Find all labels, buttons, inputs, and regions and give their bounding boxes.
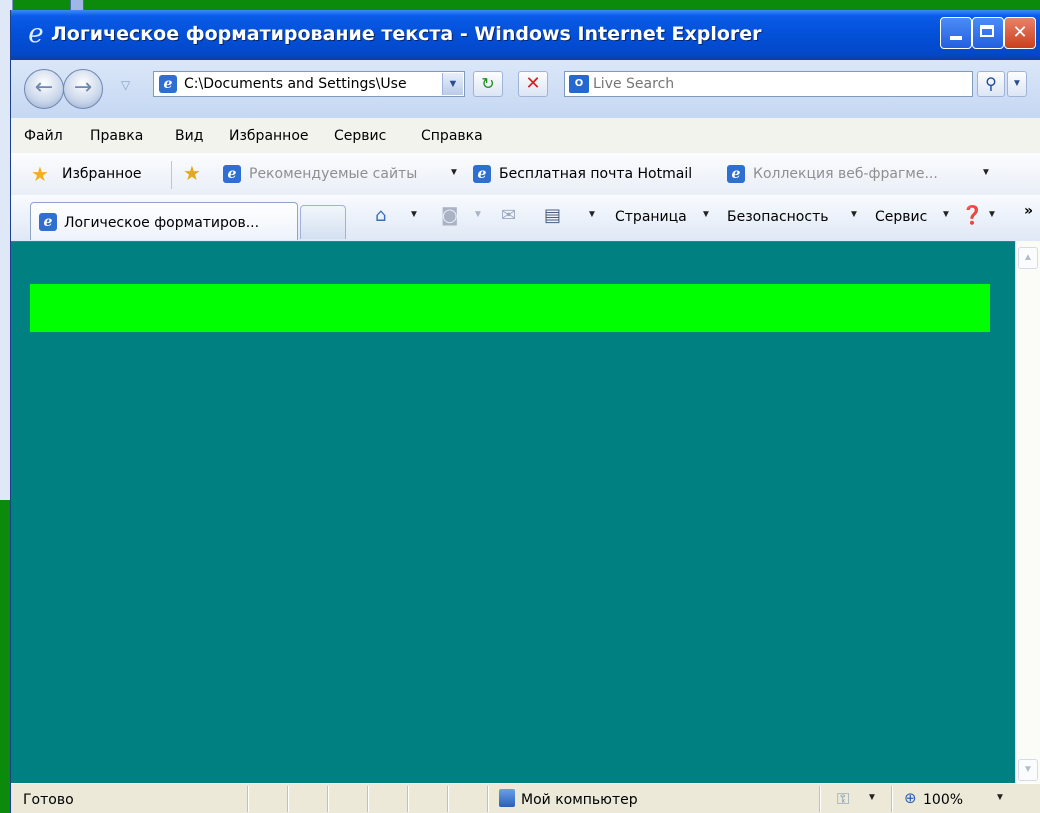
chevron-down-icon[interactable]: ▼: [987, 209, 997, 220]
address-url[interactable]: C:\Documents and Settings\Use: [184, 76, 436, 92]
chevron-down-icon[interactable]: ▼: [587, 209, 597, 220]
chevron-down-icon: ▼: [1023, 764, 1033, 775]
chevron-down-icon[interactable]: ▼: [867, 792, 877, 803]
status-bar: Готово Мой компьютер ⚿ ▼ ⊕ 100% ▼: [11, 783, 1040, 813]
refresh-button[interactable]: ↻: [473, 71, 503, 97]
menu-view[interactable]: Вид: [175, 128, 203, 144]
print-icon[interactable]: ▤: [544, 205, 561, 226]
recent-pages-dropdown[interactable]: ▽: [121, 78, 130, 92]
zoom-icon[interactable]: ⊕: [904, 789, 917, 807]
refresh-icon: ↻: [481, 74, 495, 93]
search-field[interactable]: O: [564, 71, 973, 97]
menu-help[interactable]: Справка: [421, 128, 483, 144]
back-button[interactable]: ←: [24, 69, 64, 109]
page-menu[interactable]: Страница: [615, 209, 687, 225]
status-divider: [407, 786, 408, 812]
minimize-button[interactable]: [940, 17, 972, 49]
ie-page-icon: e: [159, 75, 177, 93]
search-options-button[interactable]: ▼: [1007, 71, 1027, 97]
live-search-logo-icon: O: [569, 75, 589, 93]
search-input[interactable]: [593, 74, 963, 94]
ie-page-icon: e: [727, 165, 745, 183]
close-icon: ✕: [1012, 22, 1028, 43]
security-zone[interactable]: Мой компьютер: [521, 792, 638, 808]
status-divider: [247, 786, 248, 812]
scroll-up-button[interactable]: ▲: [1018, 247, 1038, 269]
chevron-down-icon[interactable]: ▼: [981, 167, 991, 178]
favorites-bar: ★ Избранное ★ e Рекомендуемые сайты ▼ e …: [11, 153, 1040, 196]
add-to-favorites-icon[interactable]: ★: [183, 161, 201, 185]
ie-page-icon: e: [39, 213, 57, 231]
tab-active[interactable]: e Логическое форматиров...: [30, 202, 298, 240]
close-button[interactable]: ✕: [1004, 17, 1036, 49]
zoom-level[interactable]: 100%: [923, 792, 963, 808]
my-computer-icon: [499, 789, 515, 807]
ie-page-icon: e: [473, 165, 491, 183]
chevron-down-icon[interactable]: ▼: [941, 209, 951, 220]
tab-title: Логическое форматиров...: [64, 215, 260, 231]
chevron-down-icon: ▼: [1012, 78, 1022, 89]
forward-arrow-icon: →: [73, 75, 93, 100]
tools-menu[interactable]: Сервис: [875, 209, 927, 225]
read-mail-icon[interactable]: ✉: [501, 205, 516, 226]
status-divider: [367, 786, 368, 812]
ie-page-icon: e: [223, 165, 241, 183]
minimize-icon: [950, 36, 962, 40]
toolbar-separator: [171, 161, 172, 189]
favorites-button[interactable]: Избранное: [62, 166, 142, 182]
status-divider: [287, 786, 288, 812]
vertical-scrollbar[interactable]: ▲ ▼: [1015, 241, 1040, 783]
feeds-icon[interactable]: ◙: [441, 205, 458, 226]
browser-window: e Логическое форматирование текста - Win…: [10, 10, 1040, 813]
chevron-up-icon: ▲: [1023, 252, 1033, 263]
help-icon[interactable]: ❓: [961, 205, 983, 226]
new-tab-button[interactable]: [300, 205, 346, 239]
stop-icon: ✕: [525, 73, 541, 94]
page-content: [11, 241, 1015, 784]
command-bar: e Логическое форматиров... ⌂ ▼ ◙ ▼ ✉ ▤ ▼…: [11, 195, 1040, 242]
more-commands-icon[interactable]: »: [1024, 203, 1033, 219]
status-divider: [891, 786, 892, 812]
address-toolbar: ← → ▽ e C:\Documents and Settings\Use ▼ …: [11, 60, 1040, 119]
favorites-star-icon[interactable]: ★: [31, 162, 49, 186]
back-arrow-icon: ←: [34, 75, 54, 100]
search-button[interactable]: ⚲: [977, 71, 1005, 97]
home-icon[interactable]: ⌂: [375, 205, 386, 226]
chevron-down-icon[interactable]: ▼: [473, 209, 483, 220]
chevron-down-icon[interactable]: ▼: [849, 209, 859, 220]
address-field[interactable]: e C:\Documents and Settings\Use ▼: [153, 71, 465, 97]
menu-edit[interactable]: Правка: [90, 128, 143, 144]
protected-mode-icon[interactable]: ⚿: [837, 789, 849, 809]
menu-favorites[interactable]: Избранное: [229, 128, 309, 144]
menu-bar: Файл Правка Вид Избранное Сервис Справка: [11, 118, 1040, 154]
address-dropdown-button[interactable]: ▼: [442, 73, 463, 95]
ie-logo-icon: e: [28, 19, 44, 49]
maximize-button[interactable]: [972, 17, 1004, 49]
status-divider: [327, 786, 328, 812]
chevron-down-icon[interactable]: ▼: [995, 792, 1005, 803]
chevron-down-icon: ▼: [447, 78, 459, 90]
chevron-down-icon[interactable]: ▼: [701, 209, 711, 220]
favorites-link-hotmail[interactable]: Бесплатная почта Hotmail: [499, 166, 692, 182]
chevron-down-icon[interactable]: ▼: [449, 167, 459, 178]
chevron-down-icon[interactable]: ▼: [409, 209, 419, 220]
scroll-down-button[interactable]: ▼: [1018, 759, 1038, 781]
status-divider: [819, 786, 820, 812]
status-divider: [447, 786, 448, 812]
forward-button[interactable]: →: [63, 69, 103, 109]
safety-menu[interactable]: Безопасность: [727, 209, 828, 225]
status-divider: [487, 786, 488, 812]
maximize-icon: [980, 25, 994, 37]
menu-tools[interactable]: Сервис: [334, 128, 386, 144]
green-block: [30, 284, 990, 332]
status-text: Готово: [23, 792, 74, 808]
favorites-link-web-slice-gallery[interactable]: Коллекция веб-фрагме...: [753, 166, 938, 182]
favorites-link-suggested-sites[interactable]: Рекомендуемые сайты: [249, 166, 417, 182]
title-bar[interactable]: e Логическое форматирование текста - Win…: [11, 10, 1040, 60]
stop-button[interactable]: ✕: [518, 71, 548, 97]
search-icon: ⚲: [985, 74, 997, 93]
menu-file[interactable]: Файл: [24, 128, 63, 144]
window-title: Логическое форматирование текста - Windo…: [51, 23, 762, 45]
